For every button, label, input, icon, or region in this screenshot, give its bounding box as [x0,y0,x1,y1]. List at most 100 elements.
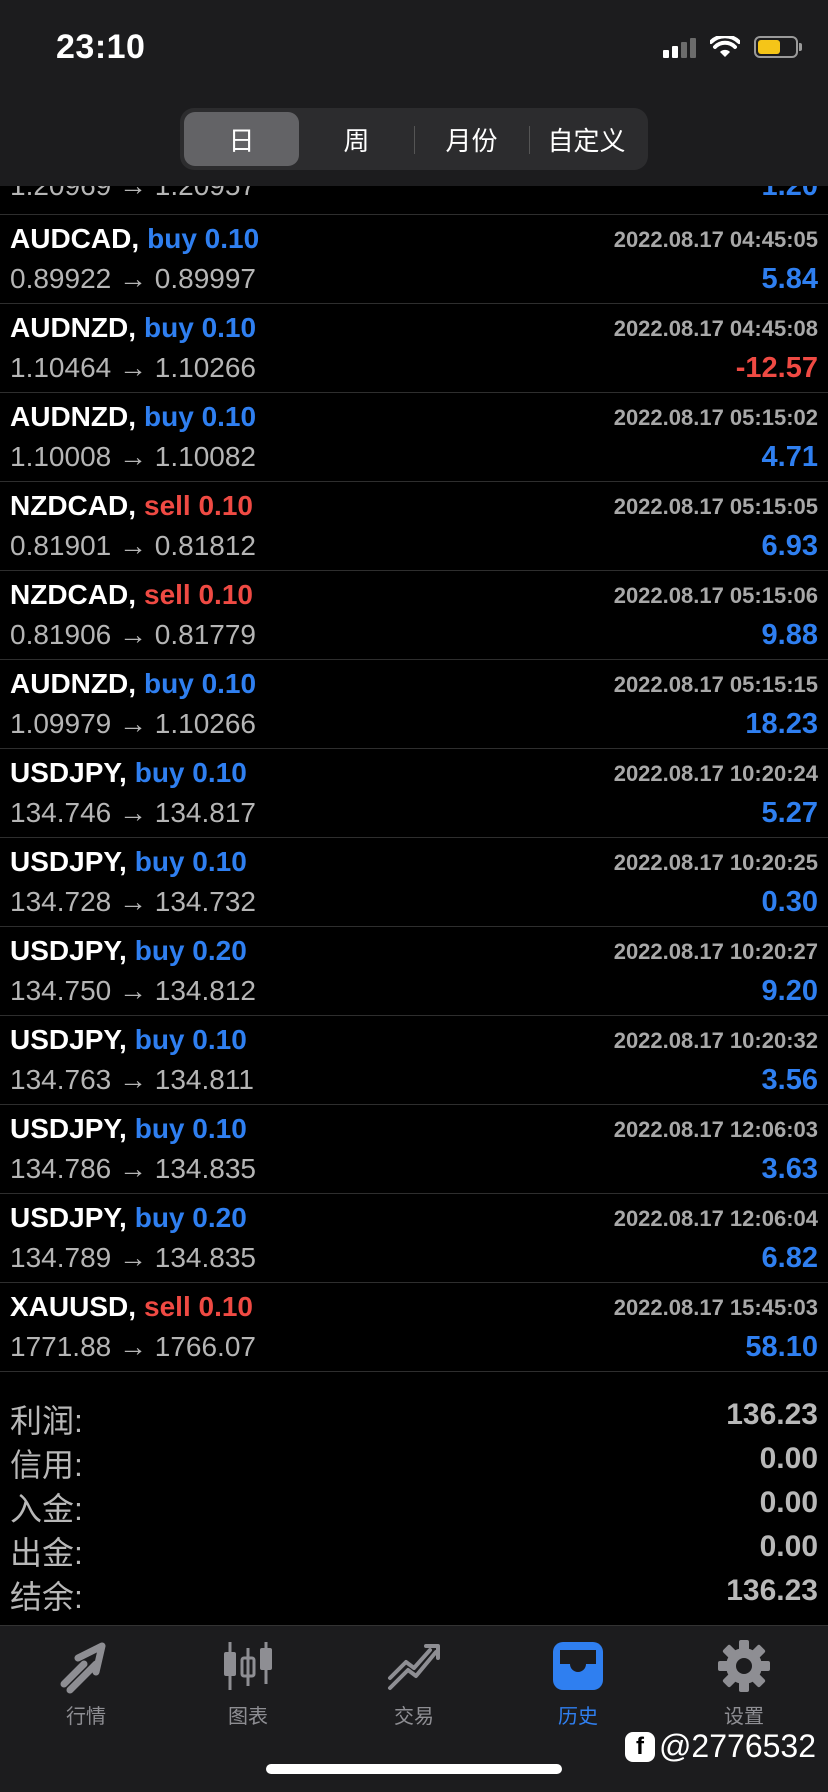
segment-custom[interactable]: 自定义 [529,112,644,166]
summary-row: 入金: 0.00 [0,1482,828,1527]
trade-title: USDJPY, buy 0.10 [10,757,247,789]
trade-title: USDJPY, buy 0.20 [10,1202,247,1234]
trade-row[interactable]: USDJPY, buy 0.10 2022.08.17 10:20:25 134.72… [0,838,828,927]
summary-row: 利润: 136.23 [0,1394,828,1439]
trade-icon [388,1644,440,1690]
trade-symbol: USDJPY, [10,935,127,966]
trade-side: buy [134,846,185,877]
trade-side: buy [144,401,194,432]
tab-label: 交易 [394,1706,434,1728]
summary-label: 信用: [10,1447,83,1483]
watermark-logo-icon: f [624,1731,655,1762]
trade-symbol: NZDCAD, [10,490,136,521]
trade-profit: 3.63 [761,1153,818,1185]
tab-label: 图表 [228,1706,268,1728]
home-indicator [266,1764,562,1774]
tab-settings[interactable]: 设置 [684,1638,804,1738]
trade-prices: 1771.88 → 1766.07 [10,1331,256,1362]
trade-symbol: USDJPY, [10,757,127,788]
trade-row[interactable]: USDJPY, buy 0.10 2022.08.17 10:20:32 134.76… [0,1016,828,1105]
trade-row[interactable]: NZDCAD, sell 0.10 2022.08.17 05:15:06 0.819… [0,571,828,660]
trade-volume: 0.10 [204,223,260,254]
battery-icon [754,36,802,58]
summary-label: 出金: [10,1535,83,1571]
trade-profit: -12.57 [735,352,818,384]
trade-row[interactable]: NZDCAD, sell 0.10 2022.08.17 05:15:05 0.819… [0,482,828,571]
trade-datetime: 2022.08.17 05:15:02 [613,405,818,430]
summary-row: 信用: 0.00 [0,1438,828,1483]
trade-profit: 5.84 [761,263,818,295]
trade-profit: 58.10 [745,1331,818,1363]
trade-row[interactable]: USDJPY, buy 0.20 2022.08.17 12:06:04 134.78… [0,1194,828,1283]
summary-value: 0.00 [759,1530,818,1563]
trade-side: buy [134,1202,185,1233]
trade-side: buy [147,223,197,254]
summary-label: 利润: [10,1403,83,1439]
trade-row[interactable]: AUDNZD, buy 0.10 2022.08.17 05:15:02 1.1000… [0,393,828,482]
period-segmented-control[interactable]: 日 周 月份 自定义 [180,108,648,170]
trade-profit: 18.23 [745,708,818,740]
gear-icon [718,1640,770,1692]
trade-profit: 5.27 [761,797,818,829]
watermark: f @2776532 [624,1728,816,1765]
screen: 1.20969 → 1.20957 1.20 AUDCAD,buy 0.1020… [0,0,828,1792]
trade-symbol: NZDCAD, [10,579,136,610]
trade-prices: 134.728 → 134.732 [10,886,256,917]
trade-title: NZDCAD, sell 0.10 [10,490,253,522]
trade-title: USDJPY, buy 0.20 [10,935,247,967]
quotes-icon [60,1642,106,1694]
trade-datetime: 2022.08.17 10:20:32 [613,1028,818,1053]
tab-trade[interactable]: 交易 [354,1638,474,1738]
trade-volume: 0.10 [198,490,253,521]
trade-symbol: USDJPY, [10,846,127,877]
trade-title: USDJPY, buy 0.10 [10,846,247,878]
trade-profit: 3.56 [761,1064,818,1096]
trade-row[interactable]: AUDNZD, buy 0.10 2022.08.17 04:45:08 1.1046… [0,304,828,393]
trade-profit: 4.71 [761,441,818,473]
summary-value: 0.00 [759,1486,818,1519]
summary-section: 利润: 136.23 信用: 0.00 入金: 0.00 出金: 0.00 结余: 136.23 [0,1394,828,1615]
summary-row: 结余: 136.23 [0,1570,828,1615]
trade-datetime: 2022.08.17 05:15:15 [613,672,818,697]
tab-chart[interactable]: 图表 [188,1638,308,1738]
tab-label: 行情 [66,1706,106,1728]
trade-row[interactable]: XAUUSD, sell 0.10 2022.08.17 15:45:03 1771.… [0,1283,828,1372]
tab-quotes[interactable]: 行情 [26,1638,146,1738]
trade-title: NZDCAD, sell 0.10 [10,579,253,611]
trade-volume: 0.10 [201,312,257,343]
tab-history[interactable]: 历史 [518,1638,638,1738]
trade-history-list[interactable]: 1.20969 → 1.20957 1.20 AUDCAD,buy 0.1020… [0,150,828,1372]
trade-datetime: 2022.08.17 10:20:25 [613,850,818,875]
wifi-icon [710,36,740,57]
trade-title: AUDNZD, buy 0.10 [10,312,256,344]
segment-week[interactable]: 周 [299,112,414,166]
trade-volume: 0.10 [198,579,253,610]
trade-side: sell [144,579,191,610]
trade-row[interactable]: USDJPY, buy 0.10 2022.08.17 10:20:24 134.74… [0,749,828,838]
status-time: 23:10 [56,28,146,66]
trade-side: buy [144,668,194,699]
trade-row[interactable]: USDJPY, buy 0.10 2022.08.17 12:06:03 134.78… [0,1105,828,1194]
trade-row[interactable]: AUDNZD, buy 0.10 2022.08.17 05:15:15 1.0997… [0,660,828,749]
trade-side: sell [144,490,191,521]
trade-prices: 134.750 → 134.812 [10,975,256,1006]
trade-datetime: 2022.08.17 05:15:05 [613,494,818,519]
trade-prices: 0.89922 → 0.89997 [10,263,256,294]
watermark-text: @2776532 [658,1728,816,1764]
trade-title: USDJPY, buy 0.10 [10,1024,247,1056]
trade-prices: 134.789 → 134.835 [10,1242,256,1273]
trade-volume: 0.10 [198,1291,254,1322]
segment-month[interactable]: 月份 [414,112,529,166]
trade-row[interactable]: AUDCAD, buy 0.10 2022.08.17 04:45:05 0.8992… [0,215,828,304]
trade-profit: 9.88 [761,619,818,651]
trade-title: USDJPY, buy 0.10 [10,1113,247,1145]
trade-volume: 0.10 [201,668,257,699]
segment-day[interactable]: 日 [184,112,299,166]
trade-title: AUDNZD, buy 0.10 [10,668,256,700]
trade-volume: 0.10 [192,1113,247,1144]
trade-symbol: AUDNZD, [10,401,136,432]
trade-row[interactable]: USDJPY, buy 0.20 2022.08.17 10:20:27 134.75… [0,927,828,1016]
trade-symbol: AUDCAD, [10,223,140,254]
trade-side: buy [144,312,194,343]
trade-volume: 0.10 [201,401,257,432]
